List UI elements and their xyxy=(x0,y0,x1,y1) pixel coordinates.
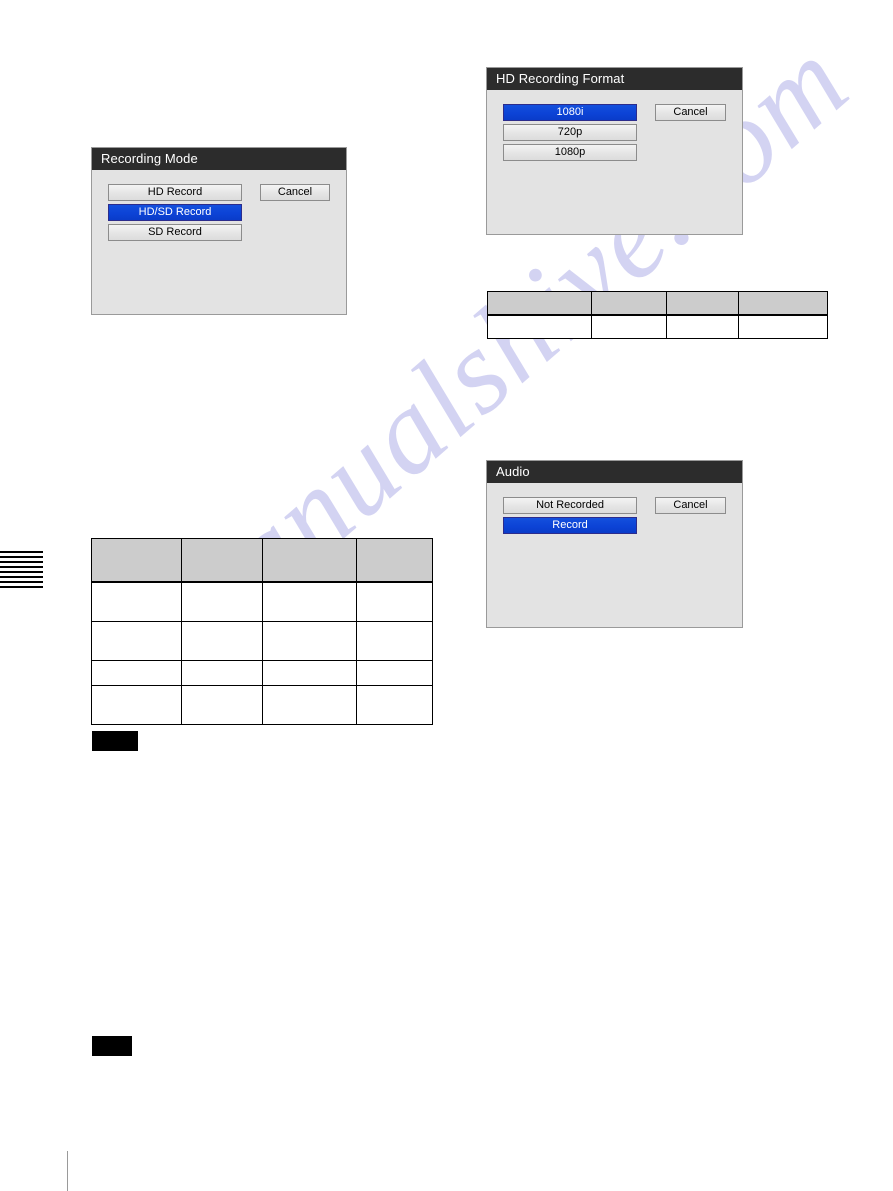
option-sd-record[interactable]: SD Record xyxy=(108,224,242,241)
table-row xyxy=(91,581,433,622)
bleed-mark-line xyxy=(0,586,43,588)
table-cell xyxy=(487,314,592,339)
table-cell xyxy=(665,314,740,339)
table-cell xyxy=(738,314,828,339)
dialog-recording-mode: Recording Mode HD Record HD/SD Record SD… xyxy=(91,147,347,315)
dialog-hd-recording-format: HD Recording Format 1080i 720p 1080p Can… xyxy=(486,67,743,235)
table-cell xyxy=(91,685,182,725)
table-cell xyxy=(91,581,182,622)
table-cell xyxy=(262,581,357,622)
bleed-mark-line xyxy=(0,571,43,573)
option-720p[interactable]: 720p xyxy=(503,124,637,141)
document-page: manualshive.com Recording Mode HD Record… xyxy=(0,0,893,1191)
table-header-cell xyxy=(91,538,182,583)
dialog-body-recording-mode: HD Record HD/SD Record SD Record Cancel xyxy=(92,170,346,316)
table-cell xyxy=(356,685,433,725)
bleed-mark-line xyxy=(0,576,43,578)
table-header-cell xyxy=(487,291,592,316)
table-cell xyxy=(356,581,433,622)
option-hd-record[interactable]: HD Record xyxy=(108,184,242,201)
cancel-button-hd-recording-format[interactable]: Cancel xyxy=(655,104,726,121)
table-cell xyxy=(356,621,433,661)
table-header-cell xyxy=(356,538,433,583)
table-header-row xyxy=(487,291,828,316)
table-cell xyxy=(356,660,433,686)
table-cell xyxy=(181,621,263,661)
dialog-title-audio: Audio xyxy=(487,461,742,483)
option-list-recording-mode: HD Record HD/SD Record SD Record xyxy=(108,184,242,241)
dialog-title-hd-recording-format: HD Recording Format xyxy=(487,68,742,90)
option-1080p[interactable]: 1080p xyxy=(503,144,637,161)
table-cell xyxy=(262,685,357,725)
table-cell xyxy=(262,621,357,661)
cancel-button-recording-mode[interactable]: Cancel xyxy=(260,184,330,201)
option-1080i[interactable]: 1080i xyxy=(503,104,637,121)
table-header-cell xyxy=(590,291,667,316)
table-left xyxy=(91,538,433,725)
bleed-mark-line xyxy=(0,566,43,568)
table-row xyxy=(91,621,433,661)
table-header-cell xyxy=(738,291,828,316)
option-not-recorded[interactable]: Not Recorded xyxy=(503,497,637,514)
table-row xyxy=(487,314,828,339)
table-header-cell xyxy=(181,538,263,583)
table-cell xyxy=(91,621,182,661)
table-cell xyxy=(262,660,357,686)
bleed-marks xyxy=(0,551,43,589)
option-list-hd-recording-format: 1080i 720p 1080p xyxy=(503,104,637,161)
bleed-mark-line xyxy=(0,581,43,583)
table-cell xyxy=(181,581,263,622)
table-header-row xyxy=(91,538,433,583)
table-row xyxy=(91,685,433,725)
bleed-mark-line xyxy=(0,561,43,563)
table-cell xyxy=(590,314,667,339)
table-cell xyxy=(91,660,182,686)
cancel-button-audio[interactable]: Cancel xyxy=(655,497,726,514)
option-record[interactable]: Record xyxy=(503,517,637,534)
table-right xyxy=(487,291,828,339)
bleed-mark-line xyxy=(0,556,43,558)
redaction-block-upper xyxy=(92,731,138,751)
redaction-block-lower xyxy=(92,1036,132,1056)
table-row xyxy=(91,660,433,686)
table-header-cell xyxy=(262,538,357,583)
bleed-mark-line xyxy=(0,551,43,553)
table-header-cell xyxy=(665,291,740,316)
dialog-title-recording-mode: Recording Mode xyxy=(92,148,346,170)
table-cell xyxy=(181,660,263,686)
dialog-body-audio: Not Recorded Record Cancel xyxy=(487,483,742,629)
dialog-audio: Audio Not Recorded Record Cancel xyxy=(486,460,743,628)
option-list-audio: Not Recorded Record xyxy=(503,497,637,534)
page-footer-rule xyxy=(67,1151,68,1191)
dialog-body-hd-recording-format: 1080i 720p 1080p Cancel xyxy=(487,90,742,236)
table-cell xyxy=(181,685,263,725)
option-hd-sd-record[interactable]: HD/SD Record xyxy=(108,204,242,221)
